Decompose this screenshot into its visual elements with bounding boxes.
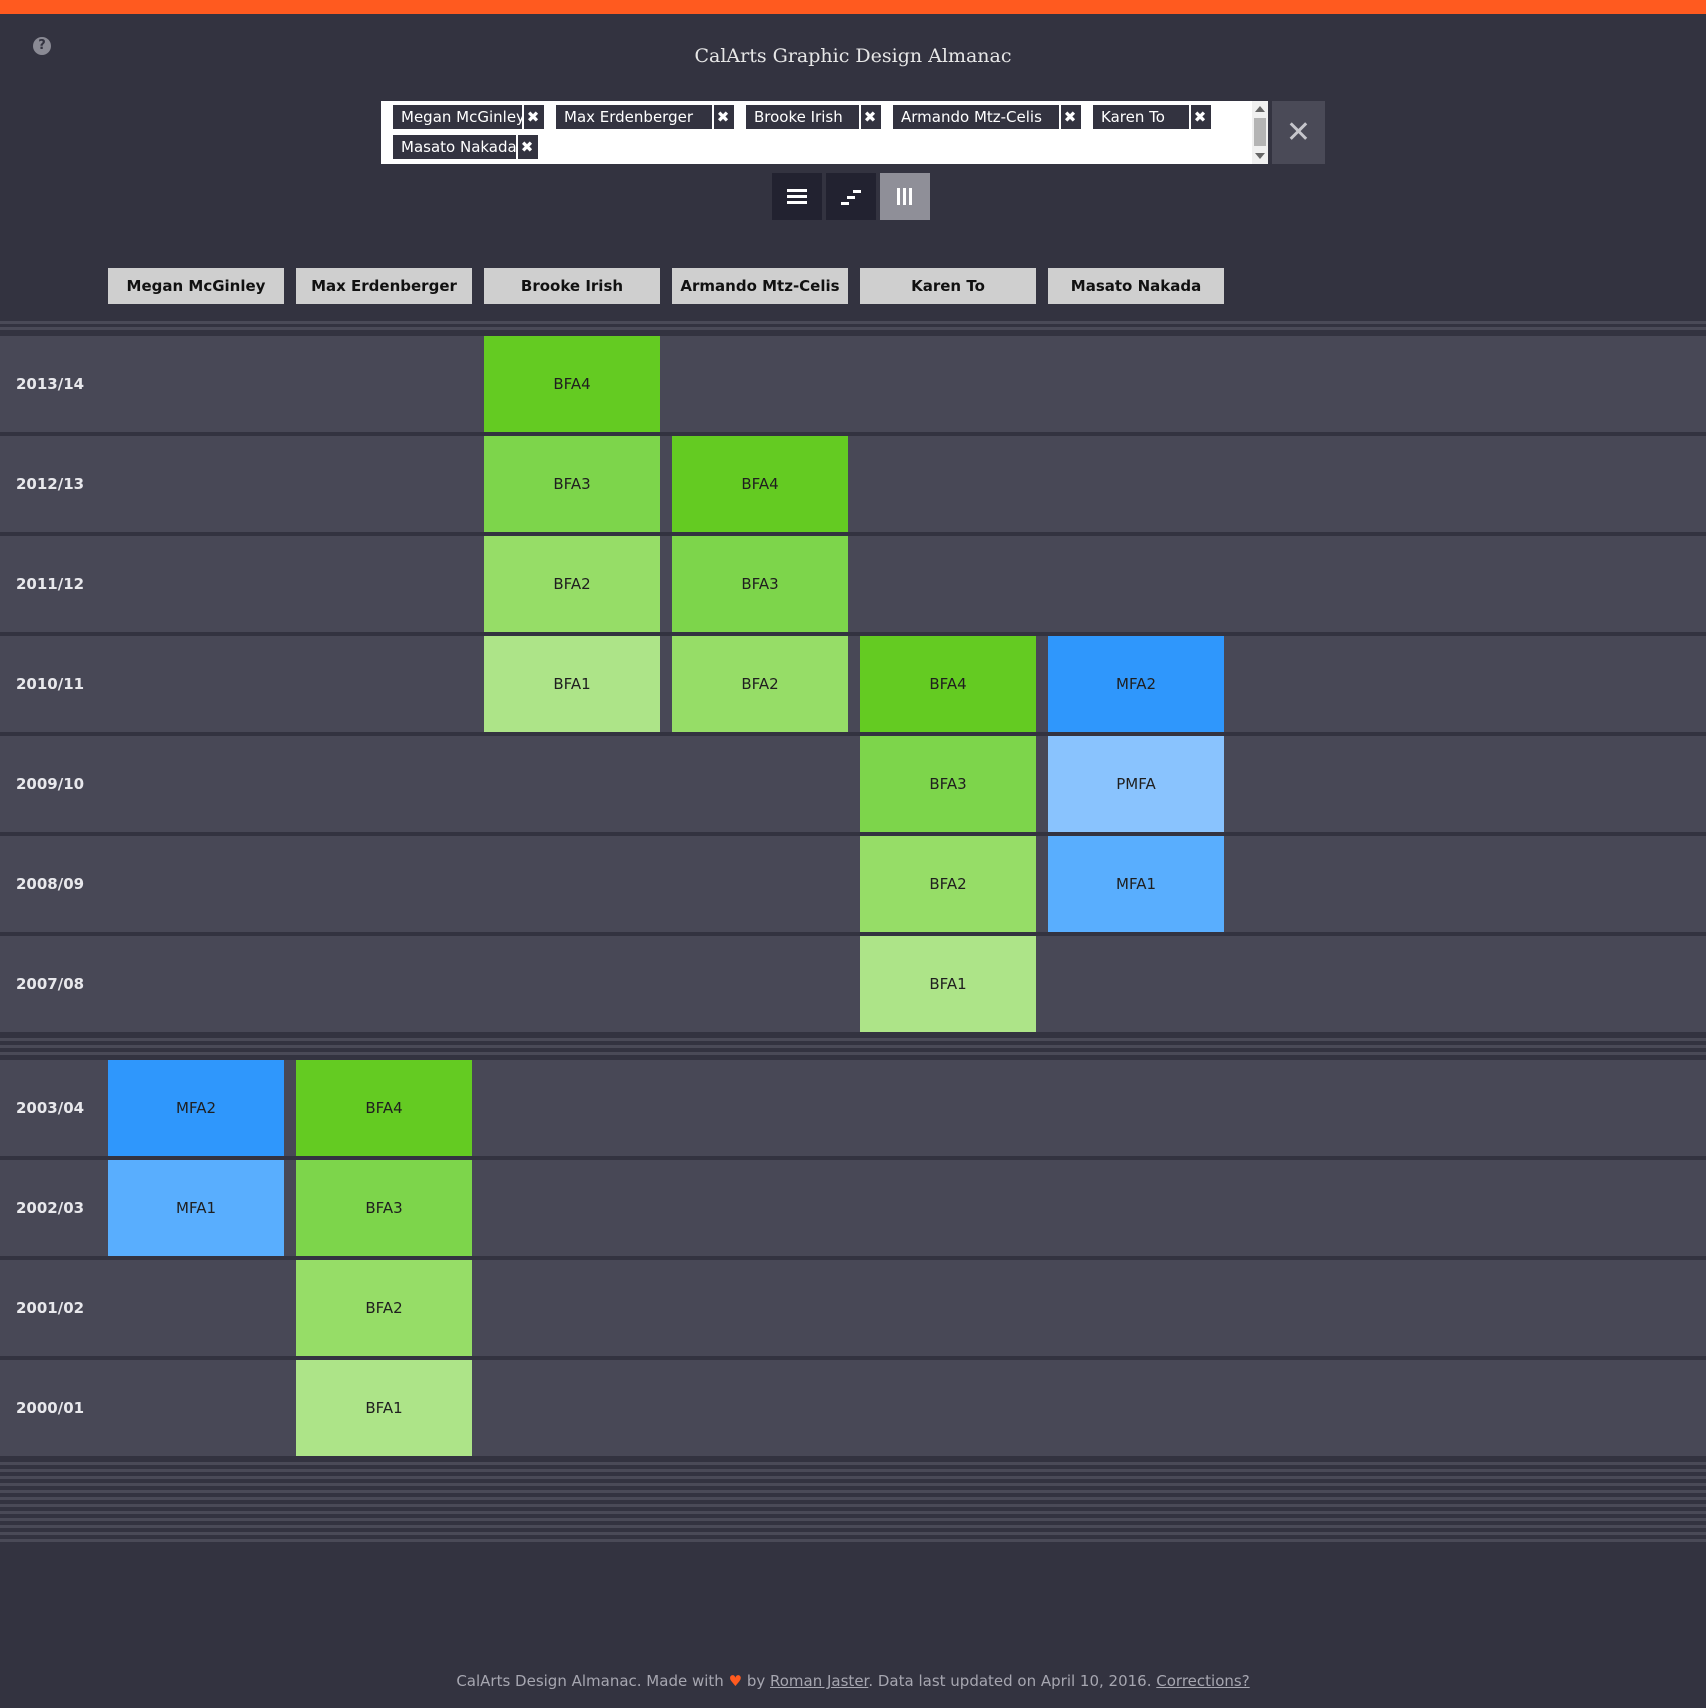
program-cell[interactable]: BFA2 xyxy=(860,836,1036,932)
remove-tag-icon[interactable]: ✖ xyxy=(1189,105,1211,129)
program-cell[interactable]: BFA4 xyxy=(484,336,660,432)
remove-tag-icon[interactable]: ✖ xyxy=(522,105,544,129)
year-label: 2008/09 xyxy=(16,875,85,893)
program-cell[interactable]: BFA3 xyxy=(484,436,660,532)
gap-separator xyxy=(0,1518,1706,1521)
program-cell[interactable]: BFA2 xyxy=(296,1260,472,1356)
program-cell[interactable]: BFA2 xyxy=(484,536,660,632)
year-row: 2008/09 BFA2 MFA1 xyxy=(0,836,1706,932)
gap-separator xyxy=(0,321,1706,324)
gap-separator xyxy=(0,1525,1706,1528)
gap-separator xyxy=(0,1469,1706,1472)
column-header[interactable]: Masato Nakada xyxy=(1048,268,1224,304)
year-label: 2003/04 xyxy=(16,1099,85,1117)
program-cell[interactable]: BFA1 xyxy=(484,636,660,732)
gap-separator xyxy=(0,1483,1706,1486)
year-label: 2001/02 xyxy=(16,1299,85,1317)
gap-separator xyxy=(0,1476,1706,1479)
gap-separator xyxy=(0,1532,1706,1535)
year-label: 2009/10 xyxy=(16,775,85,793)
year-label: 2013/14 xyxy=(16,375,85,393)
remove-tag-icon[interactable]: ✖ xyxy=(516,135,538,159)
clear-all-button[interactable]: ✕ xyxy=(1272,101,1325,164)
year-label: 2007/08 xyxy=(16,975,85,993)
filter-tag: Brooke Irish xyxy=(746,105,859,129)
year-row: 2002/03 MFA1 BFA3 xyxy=(0,1160,1706,1256)
program-cell[interactable]: BFA2 xyxy=(672,636,848,732)
list-view-button[interactable] xyxy=(772,173,822,220)
gap-separator xyxy=(0,1038,1706,1041)
year-label: 2000/01 xyxy=(16,1399,85,1417)
year-row: 2003/04 MFA2 BFA4 xyxy=(0,1060,1706,1156)
program-cell[interactable]: MFA1 xyxy=(108,1160,284,1256)
gap-separator xyxy=(0,1497,1706,1500)
gap-separator xyxy=(0,1045,1706,1048)
gap-separator xyxy=(0,1504,1706,1507)
column-header[interactable]: Max Erdenberger xyxy=(296,268,472,304)
heart-icon: ♥ xyxy=(728,1672,743,1690)
filter-tag: Karen To xyxy=(1093,105,1189,129)
filter-tag: Megan McGinley xyxy=(393,105,525,129)
year-row: 2007/08 BFA1 xyxy=(0,936,1706,1032)
program-cell[interactable]: MFA2 xyxy=(1048,636,1224,732)
gap-separator xyxy=(0,1511,1706,1514)
program-cell[interactable]: BFA3 xyxy=(860,736,1036,832)
gap-separator xyxy=(0,1539,1706,1542)
year-row: 2012/13 BFA3 BFA4 xyxy=(0,436,1706,532)
program-cell[interactable]: BFA1 xyxy=(296,1360,472,1456)
tagbox-scrollbar[interactable] xyxy=(1252,101,1268,164)
timeline-view-button[interactable] xyxy=(826,173,876,220)
page-title: CalArts Graphic Design Almanac xyxy=(694,45,1012,67)
scroll-thumb[interactable] xyxy=(1254,118,1266,146)
column-header[interactable]: Brooke Irish xyxy=(484,268,660,304)
program-cell[interactable]: MFA1 xyxy=(1048,836,1224,932)
top-accent-bar xyxy=(0,0,1706,14)
filter-tag: Armando Mtz-Celis xyxy=(893,105,1059,129)
year-row: 2000/01 BFA1 xyxy=(0,1360,1706,1456)
footer-updated: . Data last updated on April 10, 2016. xyxy=(868,1672,1152,1690)
columns-view-button[interactable] xyxy=(880,173,930,220)
remove-tag-icon[interactable]: ✖ xyxy=(712,105,734,129)
year-row: 2010/11 BFA1 BFA2 BFA4 MFA2 xyxy=(0,636,1706,732)
gap-separator xyxy=(0,1490,1706,1493)
scroll-down-icon[interactable] xyxy=(1255,153,1265,159)
column-header[interactable]: Megan McGinley xyxy=(108,268,284,304)
program-cell[interactable]: BFA4 xyxy=(860,636,1036,732)
column-header[interactable]: Karen To xyxy=(860,268,1036,304)
program-cell[interactable]: BFA4 xyxy=(672,436,848,532)
gap-separator xyxy=(0,1052,1706,1055)
footer-by: by xyxy=(746,1672,766,1690)
year-row: 2009/10 BFA3 PMFA xyxy=(0,736,1706,832)
year-row: 2001/02 BFA2 xyxy=(0,1260,1706,1356)
program-cell[interactable]: MFA2 xyxy=(108,1060,284,1156)
year-label: 2012/13 xyxy=(16,475,85,493)
program-cell[interactable]: PMFA xyxy=(1048,736,1224,832)
scroll-up-icon[interactable] xyxy=(1255,106,1265,112)
filter-tag: Max Erdenberger xyxy=(556,105,712,129)
year-row: 2013/14 BFA4 xyxy=(0,336,1706,432)
program-cell[interactable]: BFA3 xyxy=(296,1160,472,1256)
gap-separator xyxy=(0,327,1706,330)
column-header[interactable]: Armando Mtz-Celis xyxy=(672,268,848,304)
year-label: 2011/12 xyxy=(16,575,85,593)
remove-tag-icon[interactable]: ✖ xyxy=(859,105,881,129)
footer-text: CalArts Design Almanac. Made with xyxy=(456,1672,724,1690)
program-cell[interactable]: BFA3 xyxy=(672,536,848,632)
program-cell[interactable]: BFA4 xyxy=(296,1060,472,1156)
remove-tag-icon[interactable]: ✖ xyxy=(1059,105,1081,129)
corrections-link[interactable]: Corrections? xyxy=(1156,1672,1249,1690)
year-label: 2002/03 xyxy=(16,1199,85,1217)
year-label: 2010/11 xyxy=(16,675,85,693)
program-cell[interactable]: BFA1 xyxy=(860,936,1036,1032)
year-row: 2011/12 BFA2 BFA3 xyxy=(0,536,1706,632)
filter-tag: Masato Nakada xyxy=(393,135,517,159)
name-filter-input[interactable]: Megan McGinley ✖ Max Erdenberger ✖ Brooke Ir… xyxy=(381,101,1268,164)
author-link[interactable]: Roman Jaster xyxy=(770,1672,868,1690)
footer: CalArts Design Almanac. Made with ♥ by R… xyxy=(0,1672,1706,1690)
gap-separator xyxy=(0,1462,1706,1465)
